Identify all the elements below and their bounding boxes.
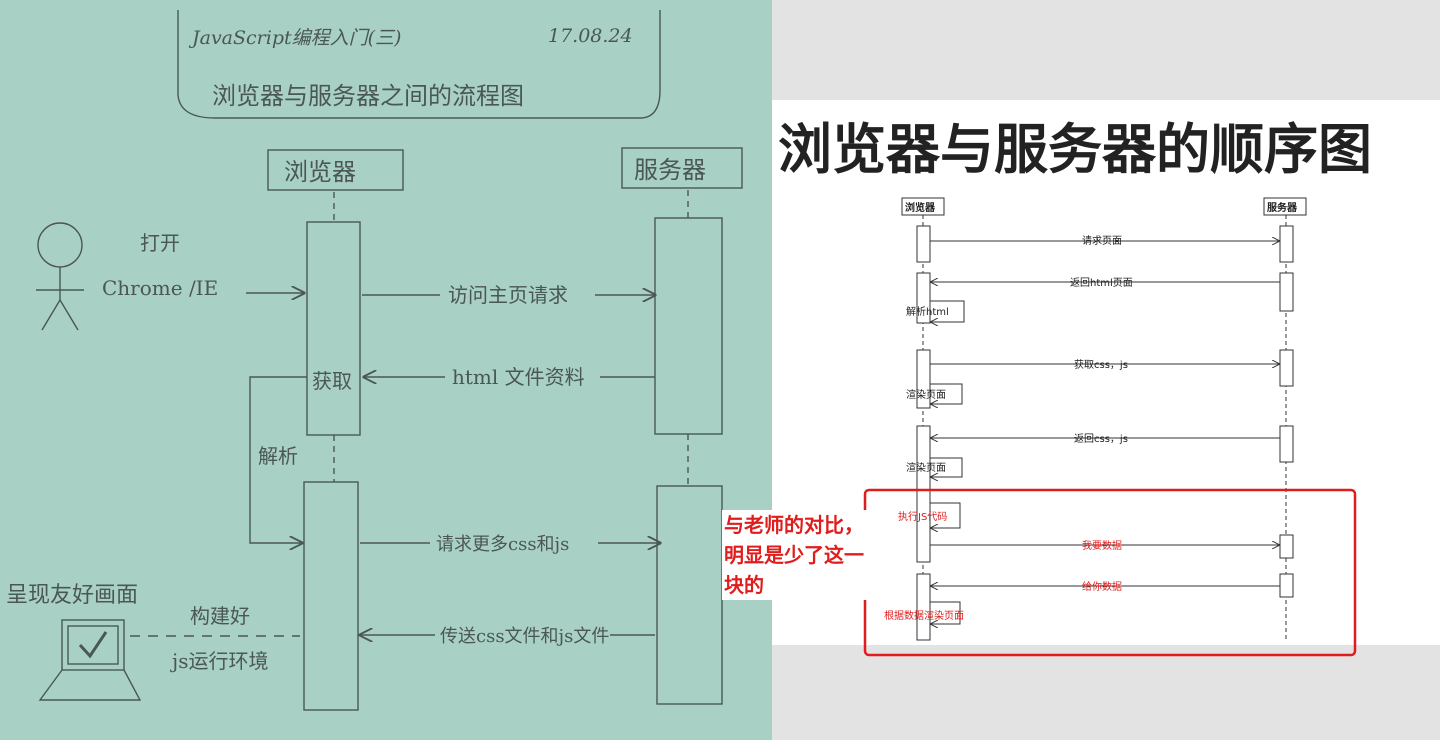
sketch-header-subtitle: 浏览器与服务器之间的流程图 <box>212 82 524 110</box>
sketch-server-label: 服务器 <box>634 156 706 184</box>
sketch-header-date: 17.08.24 <box>548 25 633 47</box>
browser-activation-d <box>916 425 931 563</box>
seq-self-parse-html: 解析html <box>906 305 949 318</box>
sketch-user-action-open: 打开 <box>140 231 180 255</box>
seq-self-render-1: 渲染页面 <box>906 388 946 401</box>
server-activation-2 <box>656 485 723 705</box>
sketch-msg-request-css-js: 请求更多css和js <box>436 534 569 555</box>
browser-activation-1 <box>306 221 361 436</box>
seq-msg-return-html: 返回html页面 <box>1070 277 1133 289</box>
reference-sequence-diagram: 浏览器与服务器的顺序图 浏览器 服务器 请求页面 返回html页面 解析html… <box>772 0 1440 740</box>
seq-msg-get-css-js: 获取css，js <box>1074 359 1128 371</box>
seq-msg-return-css-js: 返回css，js <box>1074 433 1128 445</box>
sketch-js-env-label: js运行环境 <box>170 649 268 673</box>
sketch-canvas: JavaScript编程入门(三) 17.08.24 浏览器与服务器之间的流程图… <box>6 10 743 711</box>
seq-self-exec-js: 执行JS代码 <box>898 510 947 523</box>
seq-self-render-by-data: 根据数据渲染页面 <box>884 609 964 622</box>
computer-monitor-icon <box>61 619 125 671</box>
hand-drawn-diagram: JavaScript编程入门(三) 17.08.24 浏览器与服务器之间的流程图… <box>0 0 772 740</box>
sequence-title: 浏览器与服务器的顺序图 <box>778 118 1372 181</box>
annotation-note: 与老师的对比，明显是少了这一块的 <box>722 510 868 600</box>
sketch-msg-html-data: html 文件资料 <box>452 365 585 389</box>
seq-browser-label: 浏览器 <box>905 201 936 214</box>
sketch-user-action-browser: Chrome /IE <box>102 276 218 300</box>
sketch-msg-request-home: 访问主页请求 <box>448 283 568 307</box>
browser-activation-2 <box>303 481 359 711</box>
sketch-get-label: 获取 <box>312 369 352 393</box>
server-activation-1 <box>654 217 723 435</box>
browser-activation-a <box>916 225 931 263</box>
sketch-browser-label: 浏览器 <box>284 158 356 186</box>
sequence-canvas: 浏览器与服务器的顺序图 浏览器 服务器 请求页面 返回html页面 解析html… <box>772 100 1440 657</box>
server-activation-a <box>1279 225 1294 263</box>
seq-msg-give-data: 给你数据 <box>1082 580 1122 593</box>
sketch-render-label: 呈现友好画面 <box>6 583 138 608</box>
browser-activation-e <box>916 573 931 641</box>
server-activation-c <box>1279 349 1294 387</box>
seq-server-label: 服务器 <box>1267 201 1298 214</box>
server-activation-f <box>1279 573 1294 598</box>
sketch-parse-label: 解析 <box>258 444 298 468</box>
seq-msg-request-page: 请求页面 <box>1082 234 1122 247</box>
server-activation-b <box>1279 272 1294 312</box>
server-activation-d <box>1279 425 1294 463</box>
sketch-header-title: JavaScript编程入门(三) <box>188 27 401 49</box>
seq-self-render-2: 渲染页面 <box>906 461 946 474</box>
sketch-msg-send-css-js: 传送css文件和js文件 <box>440 626 609 647</box>
seq-msg-want-data: 我要数据 <box>1082 539 1122 552</box>
server-activation-e <box>1279 534 1294 559</box>
sketch-build-label: 构建好 <box>190 604 250 628</box>
